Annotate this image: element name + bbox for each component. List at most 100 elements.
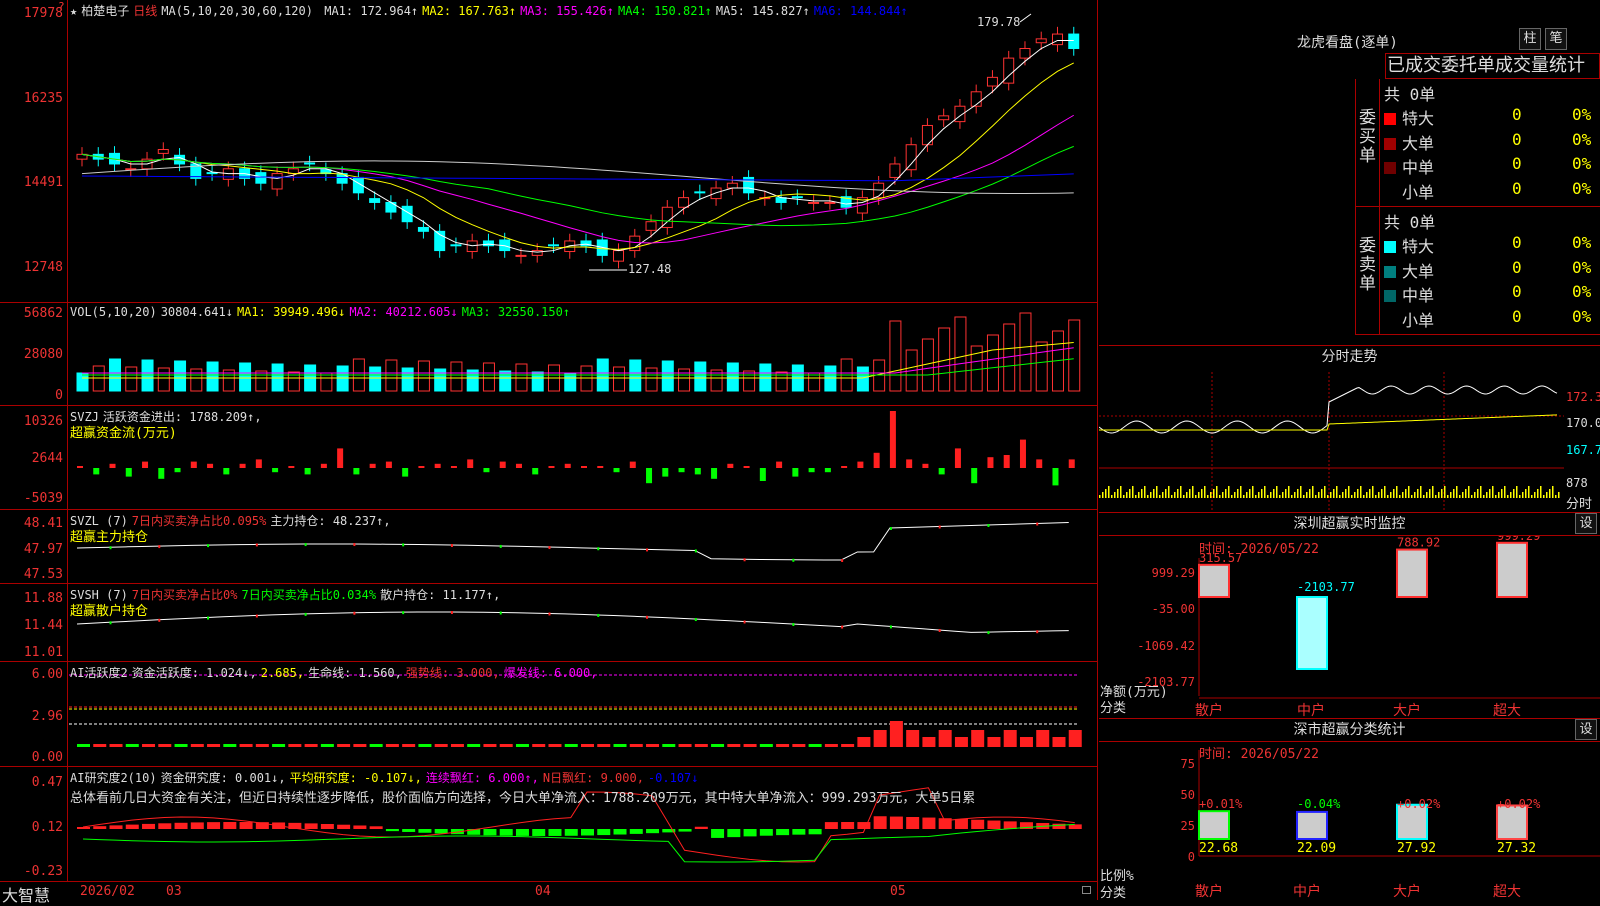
- main-chart-area[interactable]: 17978 16235 14491 12748 ? ★ 柏楚电子 日线 MA(5,10…: [0, 0, 1098, 905]
- research-bar: [418, 829, 432, 833]
- holding-tick: [792, 623, 795, 627]
- ai2-consec-red: 连续飘红: 6.000↑,: [425, 771, 539, 785]
- stats-tab[interactable]: 已成交委托单成交量统计: [1385, 53, 1600, 79]
- monitor-value: 999.29: [1497, 536, 1540, 543]
- intraday-vol: [1270, 492, 1272, 498]
- intraday-vol: [1333, 489, 1335, 498]
- intraday-vol: [1120, 486, 1122, 498]
- time-axis-bar: 大智慧 2026/02 03 04 05: [0, 881, 1098, 905]
- ma1-line: [81, 39, 1074, 253]
- intraday-vol: [1294, 492, 1296, 498]
- stat-pct: +0.01%: [1199, 797, 1243, 811]
- ma5-value: MA5: 145.827↑: [715, 4, 810, 18]
- tick-view-button[interactable]: 笔: [1545, 28, 1567, 50]
- candlestick-chart[interactable]: [69, 0, 1097, 300]
- lock-icon[interactable]: [1082, 886, 1091, 894]
- intraday-vol: [1558, 492, 1560, 498]
- monitor-title: 深圳超赢实时监控: [1099, 512, 1600, 534]
- volume-bar: [889, 320, 902, 392]
- intraday-vol: [1138, 492, 1140, 498]
- intraday-vol: [1444, 486, 1446, 498]
- flow-bar: [499, 461, 506, 468]
- intraday-vol: [1255, 495, 1257, 498]
- monitor-settings-button[interactable]: 设: [1575, 513, 1597, 534]
- candle-body: [417, 226, 429, 232]
- holding-tick: [1036, 630, 1039, 634]
- kline-pane[interactable]: 17978 16235 14491 12748 ? ★ 柏楚电子 日线 MA(5,10…: [0, 0, 1098, 302]
- period-label[interactable]: 日线: [133, 4, 157, 18]
- flow-bar: [613, 468, 620, 473]
- holding-tick: [304, 612, 307, 616]
- stat-settings-button[interactable]: 设: [1575, 719, 1597, 740]
- row-count: 0: [1512, 105, 1522, 124]
- star-icon[interactable]: ★: [70, 4, 77, 18]
- stat-pct: -0.04%: [1297, 797, 1341, 811]
- svzj-pane[interactable]: 10326 2644 -5039 SVZJ 活跃资金进出: 1788.209↑, …: [0, 405, 1098, 509]
- holding-tick: [646, 615, 649, 619]
- volume-pane[interactable]: 56862 28080 0 VOL(5,10,20) 30804.641↓ MA1:…: [0, 302, 1098, 405]
- svzl-pane[interactable]: 48.41 47.97 47.53 SVZL (7) 7日内买卖净占比0.095%…: [0, 509, 1098, 583]
- svsh-pane[interactable]: 11.88 11.44 11.01 SVSH (7) 7日内买卖净占比0% 7日内买…: [0, 583, 1098, 661]
- holding-tick: [304, 543, 307, 547]
- intraday-vol: [1204, 486, 1206, 498]
- buy-order-box: 委买单 共 0单 特大 0 0% 大单 0 0% 中单 0 0% 小单 0 0%: [1355, 79, 1600, 207]
- intraday-vol: [1267, 495, 1269, 498]
- intraday-vol: [1480, 486, 1482, 498]
- holding-tick: [353, 543, 356, 547]
- sell-side-label: 委卖单: [1359, 236, 1376, 294]
- candle-body: [678, 197, 690, 208]
- flow-bar: [320, 463, 327, 468]
- intraday-vol: [1510, 492, 1512, 498]
- ma6-value: MA6: 144.844↑: [813, 4, 908, 18]
- sell-order-box: 委卖单 共 0单 特大 0 0% 大单 0 0% 中单 0 0% 小单 0 0%: [1355, 207, 1600, 335]
- intraday-vol: [1309, 489, 1311, 498]
- holding-tick: [353, 611, 356, 615]
- volume-bar: [499, 370, 512, 392]
- activity-bar: [824, 744, 838, 747]
- activity-bar: [142, 744, 156, 747]
- svsh-axis: 11.88 11.44 11.01: [0, 584, 68, 661]
- price-tick: 16235: [23, 91, 63, 106]
- fenshi-pane[interactable]: 172.3 170.0 167.7 878 分时: [1099, 372, 1600, 512]
- fenshi-tick: 172.3: [1566, 390, 1600, 404]
- help-icon[interactable]: ?: [58, 0, 65, 13]
- research-bar: [207, 822, 221, 829]
- intraday-vol: [1432, 486, 1434, 498]
- vol-label: VOL(5,10,20): [70, 305, 157, 319]
- activity-bar: [857, 737, 871, 747]
- activity-bar: [954, 737, 968, 747]
- ai2-research: 资金研究度: 0.001↓,: [160, 771, 286, 785]
- activity-bar: [207, 744, 221, 747]
- row-label: 小单: [1402, 310, 1435, 330]
- stat-category: 超大: [1493, 884, 1521, 900]
- research-bar: [564, 829, 578, 836]
- svzj-tick: -5039: [23, 491, 63, 506]
- flow-bar: [759, 468, 766, 481]
- intraday-vol: [1147, 495, 1149, 498]
- intraday-vol: [1279, 495, 1281, 498]
- volume-axis: 56862 28080 0: [0, 303, 68, 405]
- flow-bar: [402, 468, 409, 477]
- bar-view-button[interactable]: 柱: [1519, 28, 1541, 50]
- ai1-strong: 强势线: 3.000,: [405, 666, 500, 680]
- volume-bar: [206, 361, 219, 392]
- candle-body: [645, 221, 657, 231]
- ai-research-pane[interactable]: 0.47 0.12 -0.23 AI研究度2(10) 资金研究度: 0.001↓,…: [0, 766, 1098, 881]
- intraday-chart[interactable]: [1099, 372, 1564, 512]
- flow-bar: [857, 461, 864, 468]
- research-bar: [548, 829, 562, 836]
- candle-body: [304, 162, 316, 165]
- ai-activity-pane[interactable]: 6.00 2.96 0.00 AI活跃度2 资金活跃度: 1.024↓, 2.685…: [0, 661, 1098, 766]
- research-bar: [971, 819, 985, 829]
- activity-bar: [646, 744, 660, 747]
- ma1-value: MA1: 172.964↑: [324, 4, 419, 18]
- stat-bar: [1296, 810, 1328, 840]
- activity-bar: [272, 744, 286, 747]
- brand-label[interactable]: 大智慧: [2, 882, 50, 906]
- buy-row-0: 特大 0 0%: [1384, 105, 1599, 129]
- holding-tick: [109, 546, 112, 550]
- volume-header: VOL(5,10,20) 30804.641↓ MA1: 39949.496↓ MA2…: [70, 305, 574, 319]
- volume-bar: [661, 360, 674, 392]
- intraday-vol: [1222, 492, 1224, 498]
- svsh-subtitle: 超赢散户持仓: [70, 604, 149, 619]
